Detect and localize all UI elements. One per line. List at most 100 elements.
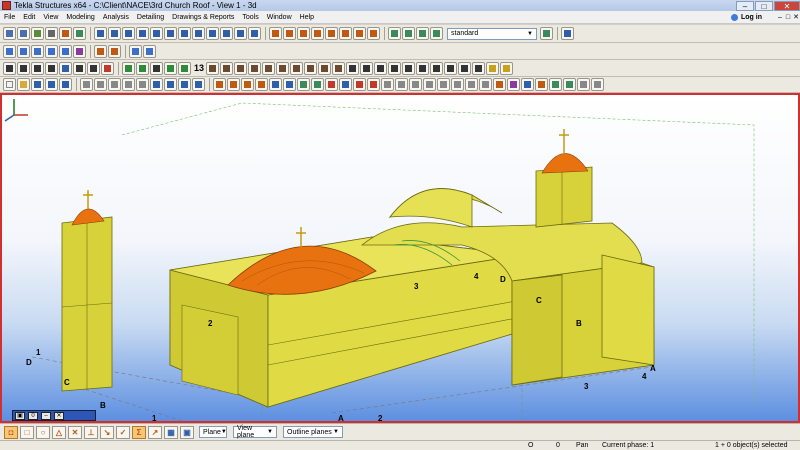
weld-prep-icon[interactable]: [297, 78, 310, 91]
cut-part-icon[interactable]: [416, 61, 430, 75]
paste-icon[interactable]: [94, 78, 107, 91]
line-icon[interactable]: [3, 61, 16, 75]
split-icon[interactable]: [73, 61, 86, 75]
organizer-icon[interactable]: [563, 78, 576, 91]
model-view-3d[interactable]: D 1 C B 1 A 2 2 3 4 D C B A 4 3 ▣ 0 – ✕: [0, 93, 800, 423]
move-icon[interactable]: [136, 61, 149, 75]
combine-icon[interactable]: [87, 61, 100, 75]
report-icon[interactable]: [290, 61, 304, 75]
polybeam-icon[interactable]: [31, 44, 44, 58]
menu-drawings-reports[interactable]: Drawings & Reports: [168, 14, 238, 21]
snap-reference-icon[interactable]: ▣: [180, 425, 194, 439]
window-icon[interactable]: [164, 78, 177, 91]
bolt-tool-icon[interactable]: [45, 27, 58, 40]
arrow-right-icon[interactable]: [178, 61, 191, 75]
snap-extension-icon[interactable]: [353, 27, 366, 40]
snap-nearest-icon[interactable]: Σ: [132, 425, 146, 439]
strip-footing-icon[interactable]: [479, 78, 492, 91]
right-tower[interactable]: [535, 166, 593, 228]
select-assemblies-icon[interactable]: [248, 27, 261, 40]
select-objects-icon[interactable]: [234, 27, 247, 40]
single-drawing-icon[interactable]: [220, 61, 234, 75]
snap-geometry-icon[interactable]: [388, 27, 401, 40]
menu-detailing[interactable]: Detailing: [133, 14, 168, 21]
mirror-icon[interactable]: [108, 78, 121, 91]
vault-end[interactable]: [389, 188, 473, 228]
menu-modeling[interactable]: Modeling: [62, 14, 98, 21]
frame-icon[interactable]: [136, 78, 149, 91]
assembly-drawing-icon[interactable]: [206, 61, 220, 75]
ga-drawing-icon[interactable]: [248, 61, 262, 75]
panel-icon[interactable]: [451, 78, 464, 91]
arc-point-icon[interactable]: [423, 78, 436, 91]
select-welds-icon[interactable]: [164, 27, 177, 40]
link-icon[interactable]: [521, 78, 534, 91]
church-roof-model[interactable]: D 1 C B 1 A 2 2 3 4 D C B A 4 3: [2, 95, 798, 421]
dimension-icon[interactable]: [346, 61, 360, 75]
pick-point-icon[interactable]: [493, 78, 506, 91]
move-left-icon[interactable]: [122, 61, 135, 75]
weld-symbol-icon[interactable]: [332, 61, 346, 75]
cast-unit-drawing-icon[interactable]: [234, 61, 248, 75]
select-views-icon[interactable]: [150, 27, 163, 40]
menu-view[interactable]: View: [39, 14, 62, 21]
select-grids-icon[interactable]: [192, 27, 205, 40]
binoculars-icon[interactable]: [150, 61, 163, 75]
redo-icon[interactable]: [59, 78, 72, 91]
rectangle-icon[interactable]: [150, 78, 163, 91]
snap-lines-icon[interactable]: ↗: [148, 425, 162, 439]
pick-icon[interactable]: [561, 27, 574, 40]
doc-close-button[interactable]: ✕: [792, 13, 800, 21]
snap-center-points-icon[interactable]: ○: [36, 425, 50, 439]
arc-icon[interactable]: [31, 61, 44, 75]
wave-icon[interactable]: [360, 61, 374, 75]
twin-profile-icon[interactable]: [59, 44, 72, 58]
menu-edit[interactable]: Edit: [19, 14, 39, 21]
snap-intersection-icon[interactable]: [311, 27, 324, 40]
layout-icon[interactable]: [178, 78, 191, 91]
snap-perpendicular-icon[interactable]: [325, 27, 338, 40]
view-plane-select[interactable]: View plane ▼: [233, 425, 277, 439]
weld-tool-icon[interactable]: [59, 27, 72, 40]
outline-planes-select[interactable]: Outline planes ▼: [283, 426, 343, 438]
rebar-group-icon[interactable]: [325, 78, 338, 91]
chamfer-icon[interactable]: [472, 61, 486, 75]
pencil-icon[interactable]: [486, 61, 500, 75]
steel-column-icon[interactable]: [3, 44, 16, 58]
menu-file[interactable]: File: [0, 14, 19, 21]
view-number-button[interactable]: 0: [28, 411, 38, 420]
point-icon[interactable]: [409, 78, 422, 91]
concrete-beam-icon[interactable]: [143, 44, 156, 58]
snap-any-icon[interactable]: [367, 27, 380, 40]
properties-icon[interactable]: [540, 27, 553, 40]
custom-component-icon[interactable]: [591, 78, 604, 91]
snap-points-icon[interactable]: ◘: [4, 425, 18, 439]
transept-right-face[interactable]: [601, 254, 655, 366]
multi-drawing-icon[interactable]: [262, 61, 276, 75]
curved-beam-icon[interactable]: [45, 44, 58, 58]
menu-analysis[interactable]: Analysis: [99, 14, 133, 21]
contour-plate-icon[interactable]: [73, 44, 86, 58]
sub-assembly-icon[interactable]: [255, 78, 268, 91]
column-grid-icon[interactable]: [381, 78, 394, 91]
mesh-icon[interactable]: [339, 78, 352, 91]
assembly-icon[interactable]: [213, 78, 226, 91]
steel-beam-icon[interactable]: [17, 44, 30, 58]
select-components-icon[interactable]: [220, 27, 233, 40]
material-icon[interactable]: [535, 78, 548, 91]
concrete-column-icon[interactable]: [129, 44, 142, 58]
plate-tool-icon[interactable]: [31, 27, 44, 40]
menu-tools[interactable]: Tools: [238, 14, 262, 21]
snap-any-position-icon[interactable]: ✓: [116, 425, 130, 439]
fit-part-icon[interactable]: [458, 61, 472, 75]
snap-center-icon[interactable]: [297, 27, 310, 40]
select-parts-icon[interactable]: [108, 27, 121, 40]
login-button[interactable]: Log in: [731, 13, 776, 21]
view-icon[interactable]: [388, 61, 402, 75]
rotate-icon[interactable]: [122, 78, 135, 91]
maximize-button[interactable]: □: [755, 0, 773, 11]
snap-edges-icon[interactable]: [430, 27, 443, 40]
undo-icon[interactable]: [45, 78, 58, 91]
fitting-icon[interactable]: [108, 44, 121, 58]
circle-icon[interactable]: [101, 61, 114, 75]
